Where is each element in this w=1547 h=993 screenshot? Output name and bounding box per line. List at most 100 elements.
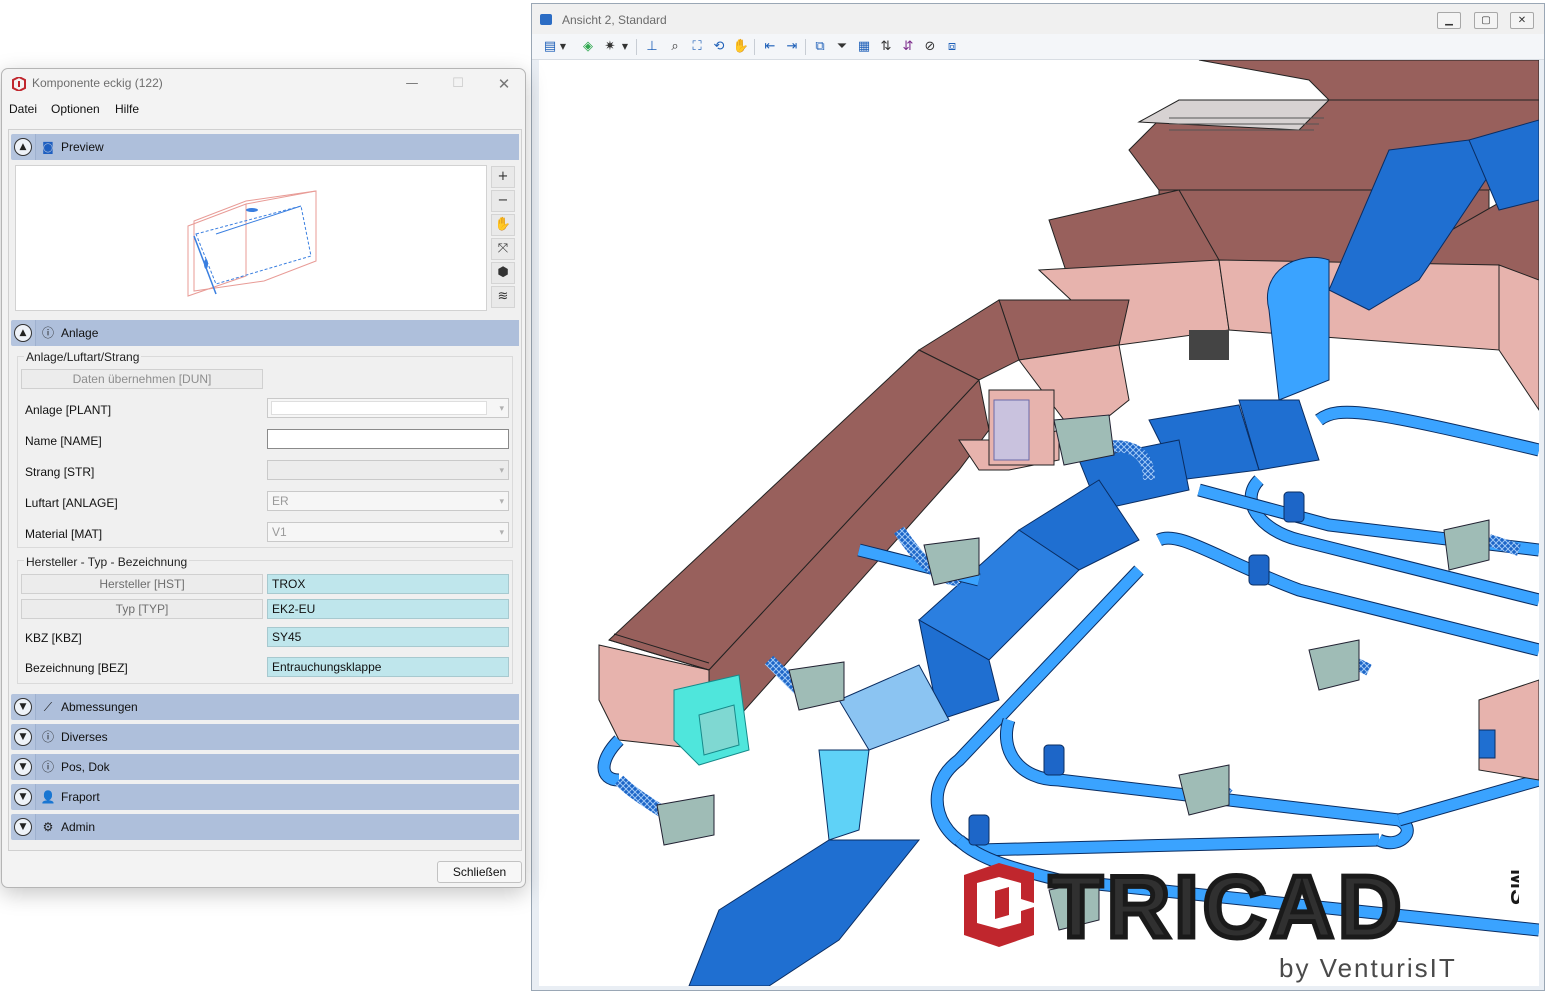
zoom-out-icon[interactable]: −	[491, 190, 515, 212]
expand-icon[interactable]: ▼	[14, 758, 32, 776]
section-diverses[interactable]: ▼ ⓘ Diverses	[11, 724, 519, 750]
strang-combobox[interactable]: ▾	[267, 460, 509, 480]
collapse-icon[interactable]: ▲	[14, 138, 32, 156]
view-minimize-button[interactable]: ▁	[1437, 12, 1461, 29]
view-toolbar: ▤ ▼ ◈ ✷ ▼ ⊥ ⌕ ⛶ ⟲ ✋ ⇤ ⇥ ⧉ ⏷ ▦ ⇅ ⇵ ⊘ ⧈	[532, 34, 1544, 60]
zoom-extents-icon[interactable]: ⛶	[687, 37, 707, 57]
material-value: V1	[272, 525, 287, 539]
pan-hand-icon[interactable]: ✋	[731, 37, 751, 57]
section-box-icon[interactable]: ⧈	[942, 37, 962, 57]
gear-icon: ⚙	[42, 820, 54, 834]
section-fraport-tab[interactable]: 👤 Fraport	[35, 784, 519, 810]
camera-icon: ◙	[42, 140, 54, 154]
filter-icon[interactable]: ⏷	[832, 37, 852, 57]
chevron-down-icon: ▾	[499, 466, 504, 476]
view-app-icon	[540, 14, 552, 25]
material-combobox[interactable]: V1 ▾	[267, 522, 509, 542]
grid-icon[interactable]: ▦	[854, 37, 874, 57]
section-anlage[interactable]: ▲ ⓘ Anlage	[11, 320, 519, 346]
hersteller-input[interactable]: TROX	[267, 574, 509, 594]
apply-data-button[interactable]: Daten übernehmen [DUN]	[21, 369, 263, 389]
render-mode-icon[interactable]: ◈	[578, 37, 598, 57]
section-preview-label: Preview	[61, 140, 104, 154]
preview-canvas[interactable]	[15, 165, 487, 311]
clip-plane-icon[interactable]: ⊥	[642, 37, 662, 57]
section-fraport-label: Fraport	[61, 790, 100, 804]
section-anlage-tab[interactable]: ⓘ Anlage	[35, 320, 519, 346]
pan-hand-icon[interactable]: ✋	[491, 214, 515, 236]
maximize-button[interactable]: ☐	[444, 73, 472, 95]
toolbar-divider	[636, 39, 637, 55]
expand-icon[interactable]: ▼	[14, 698, 32, 716]
view-close-button[interactable]: ✕	[1510, 12, 1534, 29]
sort-za-icon[interactable]: ⇵	[898, 37, 918, 57]
3d-viewport[interactable]: TRICAD TRICAD MS by VenturisIT	[539, 60, 1539, 986]
isolate-icon[interactable]: ⊘	[920, 37, 940, 57]
sort-az-icon[interactable]: ⇅	[876, 37, 896, 57]
chevron-down-icon: ▾	[499, 497, 504, 507]
name-input[interactable]	[267, 429, 509, 449]
section-pos-dok-label: Pos, Dok	[61, 760, 110, 774]
typ-button[interactable]: Typ [TYP]	[21, 599, 263, 619]
expand-icon[interactable]: ▼	[14, 818, 32, 836]
section-preview[interactable]: ▲ ◙ Preview	[11, 134, 519, 160]
material-label: Material [MAT]	[25, 527, 103, 541]
kbz-label: KBZ [KBZ]	[25, 631, 82, 645]
section-abmessungen-tab[interactable]: ⟋ Abmessungen	[35, 694, 519, 720]
menu-optionen[interactable]: Optionen	[51, 102, 100, 116]
layers-icon[interactable]: ≋	[491, 286, 515, 308]
view-restore-button[interactable]: ▢	[1474, 12, 1498, 29]
minimize-button[interactable]: —	[398, 73, 426, 95]
expand-icon[interactable]: ▼	[14, 728, 32, 746]
view-settings-icon[interactable]: ▤	[540, 37, 560, 57]
section-admin[interactable]: ▼ ⚙ Admin	[11, 814, 519, 840]
section-abmessungen-label: Abmessungen	[61, 700, 138, 714]
section-diverses-label: Diverses	[61, 730, 108, 744]
view-titlebar: Ansicht 2, Standard ▁ ▢ ✕	[532, 4, 1544, 34]
zoom-window-icon[interactable]: ⌕	[665, 37, 685, 57]
bezeichnung-label: Bezeichnung [BEZ]	[25, 661, 128, 675]
expand-icon[interactable]: ▼	[14, 788, 32, 806]
logo-suffix: MS	[1505, 869, 1519, 905]
section-diverses-tab[interactable]: ⓘ Diverses	[35, 724, 519, 750]
bezeichnung-input[interactable]: Entrauchungsklappe	[267, 657, 509, 677]
luftart-label: Luftart [ANLAGE]	[25, 496, 118, 510]
menu-datei[interactable]: Datei	[9, 102, 37, 116]
section-fraport[interactable]: ▼ 👤 Fraport	[11, 784, 519, 810]
view-cube-icon[interactable]: ⧉	[810, 37, 830, 57]
chevron-down-icon[interactable]: ▼	[620, 37, 630, 57]
menu-hilfe[interactable]: Hilfe	[115, 102, 139, 116]
toolbar-divider	[805, 39, 806, 55]
info-icon: ⓘ	[41, 760, 54, 774]
zoom-in-icon[interactable]: +	[491, 166, 515, 188]
collapse-icon[interactable]: ▲	[14, 324, 32, 342]
section-admin-tab[interactable]: ⚙ Admin	[35, 814, 519, 840]
light-settings-icon[interactable]: ✷	[600, 37, 620, 57]
close-button[interactable]: Schließen	[437, 861, 522, 883]
luftart-combobox[interactable]: ER ▾	[267, 491, 509, 511]
view-title: Ansicht 2, Standard	[562, 13, 667, 27]
logo-byline: by VenturisIT	[1279, 953, 1457, 983]
hersteller-button[interactable]: Hersteller [HST]	[21, 574, 263, 594]
section-preview-tab[interactable]: ◙ Preview	[35, 134, 519, 160]
previous-view-icon[interactable]: ⇤	[760, 37, 780, 57]
chevron-down-icon[interactable]: ▼	[558, 37, 568, 57]
menu-bar: Datei Optionen Hilfe	[2, 99, 525, 121]
section-pos-dok[interactable]: ▼ ⓘ Pos, Dok	[11, 754, 519, 780]
rotate-view-icon[interactable]: ⟲	[709, 37, 729, 57]
next-view-icon[interactable]: ⇥	[782, 37, 802, 57]
close-icon[interactable]: ✕	[490, 73, 518, 95]
info-icon: ⓘ	[41, 326, 54, 340]
typ-input[interactable]: EK2-EU	[267, 599, 509, 619]
cube-icon[interactable]: ⬢	[491, 262, 515, 284]
duct-model-render	[597, 60, 1539, 986]
section-admin-label: Admin	[61, 820, 96, 834]
anlage-combobox[interactable]: ▾	[267, 398, 509, 418]
section-abmessungen[interactable]: ▼ ⟋ Abmessungen	[11, 694, 519, 720]
kbz-input[interactable]: SY45	[267, 627, 509, 647]
fit-view-icon[interactable]: ⤧	[491, 238, 515, 260]
tricad-app-icon	[12, 77, 26, 91]
section-pos-dok-tab[interactable]: ⓘ Pos, Dok	[35, 754, 519, 780]
user-icon: 👤	[40, 790, 56, 804]
name-label: Name [NAME]	[25, 434, 102, 448]
